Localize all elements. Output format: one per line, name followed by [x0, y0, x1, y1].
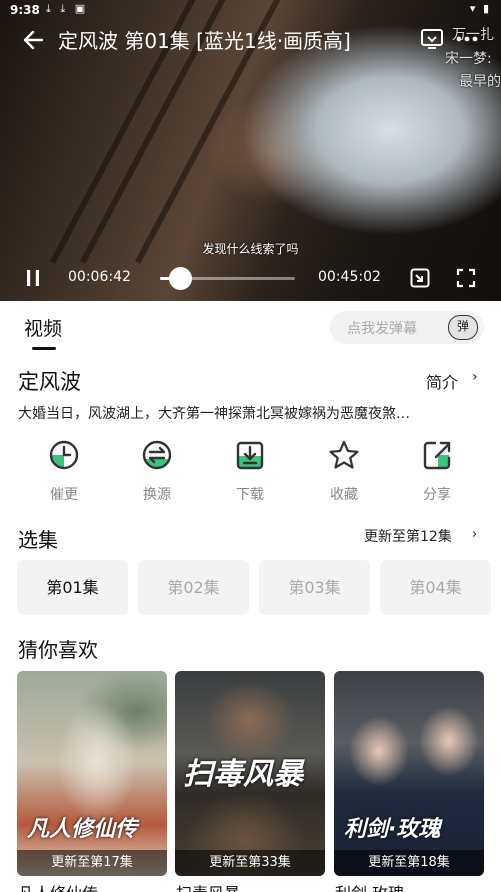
episode-button[interactable]: 第03集: [259, 560, 370, 615]
chevron-right-icon[interactable]: ›: [472, 527, 477, 542]
update-badge: 更新至第33集: [175, 850, 325, 876]
episode-button[interactable]: 第01集: [17, 560, 128, 615]
download-icon: [236, 441, 264, 470]
show-title: 定风波: [18, 370, 81, 394]
urge-update-button[interactable]: 催更: [32, 438, 96, 504]
danmaku-placeholder: 点我发弹幕: [347, 321, 417, 337]
tab-video[interactable]: 视频: [24, 314, 62, 341]
chevron-right-icon[interactable]: ›: [472, 369, 478, 385]
poster-title: 扫毒风暴: [183, 757, 303, 792]
status-time: 9:38: [10, 3, 40, 17]
video-subtitle: 发现什么线索了吗: [202, 242, 299, 256]
episodes-title: 选集: [18, 528, 58, 552]
star-icon: [329, 440, 359, 469]
danmaku-comment: 宋一梦:: [445, 51, 492, 67]
danmaku-comment: 最早的: [459, 74, 501, 90]
update-badge: 更新至第18集: [334, 850, 484, 876]
update-badge: 更新至第17集: [17, 850, 167, 876]
action-label: 收藏: [330, 487, 358, 503]
poster-image: [17, 671, 167, 876]
video-player[interactable]: 9:38 ⤓ ⤓ ▣ ▾ ▮ 定风波 第01集 [蓝光1线·画质高] 万一扎 宋…: [0, 0, 501, 301]
tab-indicator: [32, 347, 56, 350]
player-topbar: 定风波 第01集 [蓝光1线·画质高]: [0, 22, 501, 56]
total-time: 00:45:02: [318, 269, 381, 285]
signal-battery-icons: ▾ ▮: [469, 2, 491, 15]
cast-icon[interactable]: [420, 28, 444, 50]
notification-icons: ⤓ ⤓ ▣: [46, 2, 89, 15]
action-label: 分享: [423, 487, 451, 503]
intro-link[interactable]: 简介: [426, 369, 458, 393]
switch-source-icon: [142, 440, 172, 470]
share-icon: [423, 441, 451, 470]
action-bar: 催更 换源 下载 收藏 分享: [0, 438, 501, 508]
action-label: 下载: [236, 487, 264, 503]
seek-bar[interactable]: [160, 267, 295, 290]
picture-in-picture-icon[interactable]: [410, 268, 430, 288]
recommend-card[interactable]: 凡人修仙传 更新至第17集: [17, 671, 167, 876]
clock-icon: [49, 440, 79, 470]
recommend-title: 猜你喜欢: [18, 638, 98, 662]
action-label: 换源: [143, 487, 171, 503]
recommend-name[interactable]: 凡人修仙传: [18, 880, 98, 892]
back-arrow-icon[interactable]: [20, 26, 48, 54]
recommend-name[interactable]: 利剑·玫瑰: [335, 880, 404, 892]
current-time: 00:06:42: [68, 269, 131, 285]
recommend-name[interactable]: 扫毒风暴: [176, 880, 240, 892]
action-label: 催更: [50, 487, 78, 503]
poster-title: 凡人修仙传: [27, 817, 138, 842]
pause-icon[interactable]: [24, 269, 42, 287]
favorite-button[interactable]: 收藏: [312, 438, 376, 504]
video-title: 定风波 第01集 [蓝光1线·画质高]: [58, 29, 351, 53]
episode-button[interactable]: 第04集: [380, 560, 491, 615]
player-controls: 00:06:42 00:45:02: [0, 262, 501, 294]
danmaku-input[interactable]: 点我发弹幕 弹: [330, 311, 484, 344]
poster-title: 利剑·玫瑰: [344, 817, 441, 842]
status-bar: 9:38 ⤓ ⤓ ▣ ▾ ▮: [0, 0, 501, 22]
recommend-card[interactable]: 扫毒风暴 更新至第33集: [175, 671, 325, 876]
fullscreen-icon[interactable]: [456, 268, 476, 288]
recommend-card[interactable]: 利剑·玫瑰 更新至第18集: [334, 671, 484, 876]
switch-source-button[interactable]: 换源: [125, 438, 189, 504]
danmaku-toggle-button[interactable]: 弹: [448, 315, 478, 340]
poster-image: [334, 671, 484, 876]
download-button[interactable]: 下载: [218, 438, 282, 504]
episode-button[interactable]: 第02集: [138, 560, 249, 615]
share-button[interactable]: 分享: [405, 438, 469, 504]
danmaku-comment: 万一扎: [452, 27, 494, 43]
seek-handle[interactable]: [169, 267, 193, 290]
episodes-update[interactable]: 更新至第12集: [364, 526, 452, 546]
synopsis[interactable]: 大婚当日，风波湖上，大齐第一神探萧北冥被嫁祸为恶魔夜煞…: [18, 403, 478, 423]
